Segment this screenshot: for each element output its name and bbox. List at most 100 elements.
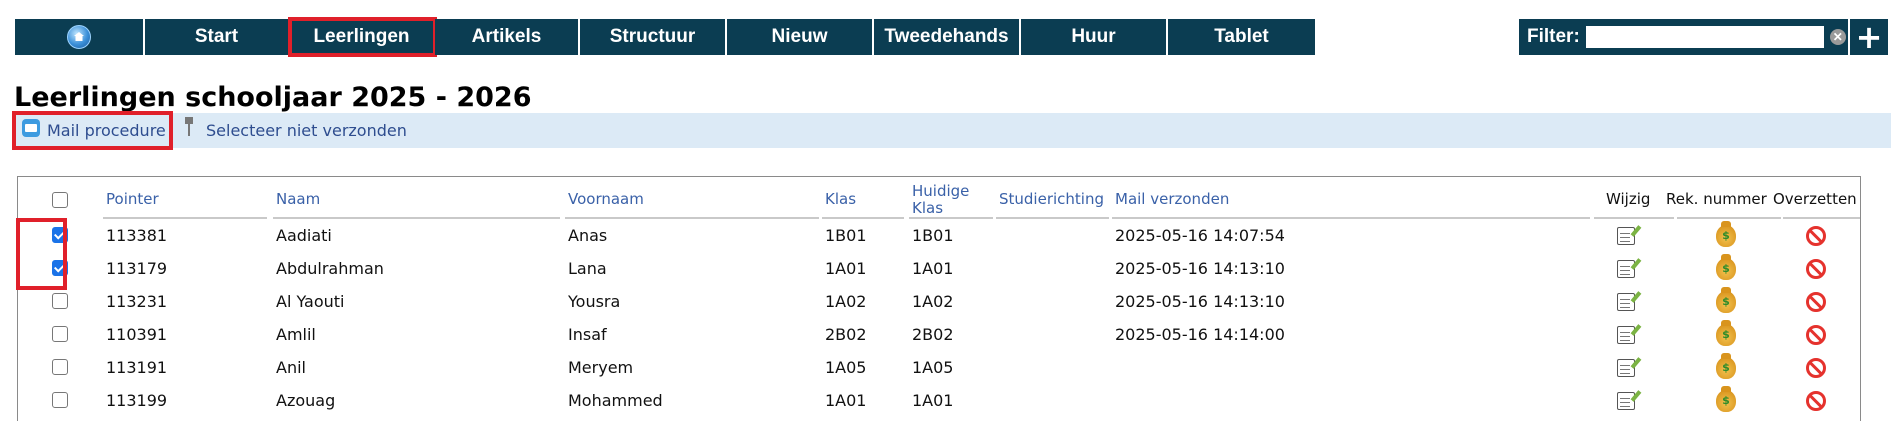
table-row: 113381 Aadiati Anas 1B01 1B01 2025-05-16 14:0…	[18, 219, 1860, 252]
nav-start[interactable]: Start	[145, 19, 290, 55]
cell-huidige-klas: 1A02	[912, 292, 954, 311]
cell-naam: Azouag	[276, 391, 336, 410]
cell-naam: Abdulrahman	[276, 259, 384, 278]
no-entry-button[interactable]	[1806, 318, 1826, 351]
cell-pointer: 113199	[106, 391, 168, 410]
cell-klas: 1A01	[825, 259, 867, 278]
cell-naam: Aadiati	[276, 226, 332, 245]
header-voornaam[interactable]: Voornaam	[568, 191, 644, 208]
row-checkbox[interactable]	[52, 326, 68, 342]
header-klas[interactable]: Klas	[825, 191, 856, 208]
nav-tablet[interactable]: Tablet	[1168, 19, 1315, 55]
no-entry-button[interactable]	[1806, 351, 1826, 384]
header-huidige-klas-line1: Huidige	[912, 182, 970, 200]
no-entry-button[interactable]	[1806, 252, 1826, 285]
money-bag-button[interactable]: $	[1716, 384, 1736, 417]
header-pointer[interactable]: Pointer	[106, 191, 159, 208]
cell-huidige-klas: 1A01	[912, 391, 954, 410]
money-bag-icon: $	[1716, 286, 1736, 313]
cell-huidige-klas: 1A01	[912, 259, 954, 278]
cell-mail-verzonden: 2025-05-16 14:13:10	[1115, 292, 1285, 311]
edit-notepad-button[interactable]	[1617, 318, 1635, 351]
table-row: 110391 Amlil Insaf 2B02 2B02 2025-05-16 14:14…	[18, 318, 1860, 351]
cell-mail-verzonden: 2025-05-16 14:14:00	[1115, 325, 1285, 344]
table-row: 113231 Al Yaouti Yousra 1A02 1A02 2025-05-16 …	[18, 285, 1860, 318]
no-entry-button[interactable]	[1806, 285, 1826, 318]
filter-bar: Filter: ✕	[1519, 19, 1848, 55]
nav-huur[interactable]: Huur	[1021, 19, 1168, 55]
select-not-sent-button[interactable]: Selecteer niet verzonden	[182, 113, 407, 148]
header-wijzig: Wijzig	[1606, 190, 1651, 208]
nav-tweedehands[interactable]: Tweedehands	[874, 19, 1021, 55]
money-bag-button[interactable]: $	[1716, 351, 1736, 384]
cell-klas: 1B01	[825, 226, 867, 245]
header-naam[interactable]: Naam	[276, 191, 320, 208]
cell-mail-verzonden: 2025-05-16 14:13:10	[1115, 259, 1285, 278]
cell-mail-verzonden: 2025-05-16 14:07:54	[1115, 226, 1285, 245]
nav-nieuw[interactable]: Nieuw	[727, 19, 874, 55]
row-checkbox[interactable]	[52, 392, 68, 408]
money-bag-button[interactable]: $	[1716, 219, 1736, 252]
edit-notepad-button[interactable]	[1617, 351, 1635, 384]
cell-huidige-klas: 2B02	[912, 325, 954, 344]
edit-notepad-icon	[1617, 325, 1635, 344]
money-bag-button[interactable]: $	[1716, 252, 1736, 285]
money-bag-button[interactable]: $	[1716, 285, 1736, 318]
no-entry-button[interactable]	[1806, 219, 1826, 252]
cell-pointer: 110391	[106, 325, 168, 344]
cell-naam: Amlil	[276, 325, 316, 344]
nav-leerlingen[interactable]: Leerlingen	[288, 17, 437, 57]
row-checkbox[interactable]	[52, 359, 68, 375]
selected-rows-highlight	[16, 218, 67, 290]
cell-voornaam: Lana	[568, 259, 607, 278]
cell-voornaam: Anas	[568, 226, 608, 245]
header-huidige-klas[interactable]: Huidige Klas	[912, 183, 969, 217]
nav-structuur[interactable]: Structuur	[580, 19, 727, 55]
no-entry-icon	[1806, 225, 1826, 246]
action-toolbar: Mail procedure Selecteer niet verzonden	[12, 111, 1891, 150]
filter-label: Filter:	[1527, 26, 1580, 47]
filter-input[interactable]	[1585, 26, 1824, 48]
edit-notepad-icon	[1617, 391, 1635, 410]
cell-pointer: 113231	[106, 292, 168, 311]
mail-icon	[22, 118, 40, 137]
cell-voornaam: Meryem	[568, 358, 634, 377]
cell-voornaam: Yousra	[568, 292, 621, 311]
no-entry-icon	[1806, 291, 1826, 312]
cell-huidige-klas: 1B01	[912, 226, 954, 245]
students-table: Pointer Naam Voornaam Klas Huidige Klas …	[17, 176, 1861, 421]
main-navbar: Start Leerlingen Artikels Structuur Nieu…	[15, 17, 1315, 57]
cell-voornaam: Insaf	[568, 325, 607, 344]
cell-naam: Anil	[276, 358, 306, 377]
edit-notepad-button[interactable]	[1617, 219, 1635, 252]
cell-huidige-klas: 1A05	[912, 358, 954, 377]
edit-notepad-icon	[1617, 292, 1635, 311]
mail-procedure-label: Mail procedure	[47, 121, 166, 140]
edit-notepad-button[interactable]	[1617, 285, 1635, 318]
money-bag-icon: $	[1716, 319, 1736, 346]
money-bag-icon: $	[1716, 385, 1736, 412]
select-all-checkbox[interactable]	[52, 192, 68, 208]
no-entry-button[interactable]	[1806, 384, 1826, 417]
add-button[interactable]: +	[1848, 19, 1888, 55]
edit-notepad-button[interactable]	[1617, 252, 1635, 285]
cell-klas: 1A01	[825, 391, 867, 410]
money-bag-button[interactable]: $	[1716, 318, 1736, 351]
money-bag-icon: $	[1716, 352, 1736, 379]
clear-icon[interactable]: ✕	[1829, 29, 1846, 45]
edit-notepad-icon	[1617, 358, 1635, 377]
row-checkbox[interactable]	[52, 293, 68, 309]
money-bag-icon: $	[1716, 220, 1736, 247]
home-globe-icon	[67, 25, 91, 49]
edit-notepad-button[interactable]	[1617, 384, 1635, 417]
nav-home[interactable]	[15, 19, 145, 55]
header-mail-verzonden[interactable]: Mail verzonden	[1115, 191, 1229, 208]
edit-notepad-icon	[1617, 226, 1635, 245]
header-overzetten: Overzetten	[1773, 190, 1857, 208]
cell-pointer: 113381	[106, 226, 168, 245]
mail-procedure-button[interactable]: Mail procedure	[12, 111, 173, 150]
nav-artikels[interactable]: Artikels	[435, 19, 580, 55]
cell-naam: Al Yaouti	[276, 292, 345, 311]
table-row: 113191 Anil Meryem 1A05 1A05 $	[18, 351, 1860, 384]
header-studierichting[interactable]: Studierichting	[999, 191, 1104, 208]
